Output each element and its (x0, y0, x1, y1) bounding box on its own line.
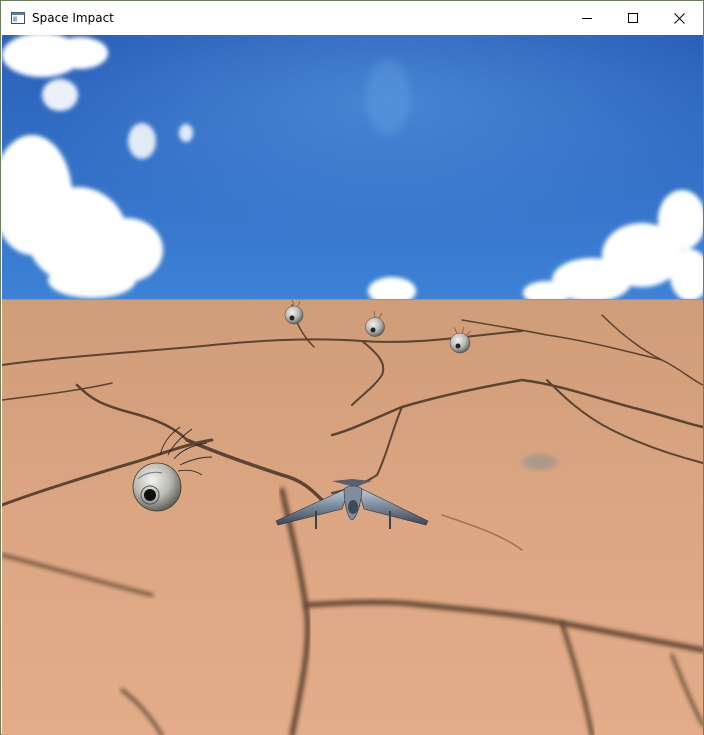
game-viewport[interactable] (2, 35, 703, 735)
maximize-button[interactable] (610, 2, 656, 34)
maximize-icon (628, 13, 638, 23)
app-window-icon (11, 12, 25, 24)
close-button[interactable] (656, 2, 702, 34)
game-scene (2, 35, 703, 735)
game-window: Space Impact (0, 0, 704, 735)
title-bar[interactable]: Space Impact (2, 2, 702, 34)
minimize-button[interactable] (564, 2, 610, 34)
window-title: Space Impact (32, 11, 114, 25)
minimize-icon (582, 18, 592, 19)
pebble (522, 454, 558, 470)
close-icon (673, 12, 685, 24)
